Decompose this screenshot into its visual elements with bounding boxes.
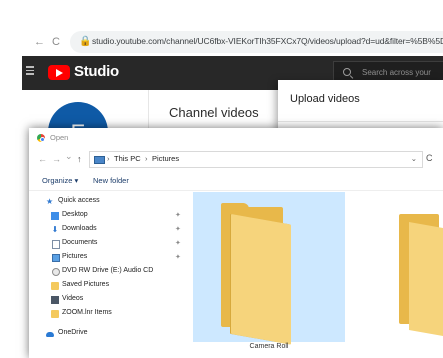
lock-icon: 🔒 xyxy=(79,36,92,47)
sidebar-item-label: OneDrive xyxy=(58,329,88,336)
menu-icon[interactable] xyxy=(26,66,34,77)
back-button[interactable]: ← xyxy=(38,154,47,164)
video-icon xyxy=(51,296,59,304)
dialog-titlebar: Open xyxy=(29,128,443,148)
sidebar-item-pictures[interactable]: Pictures ✦ xyxy=(29,252,187,265)
folder-icon xyxy=(51,282,59,290)
search-placeholder: Search across your xyxy=(362,68,431,77)
dialog-address-bar[interactable]: › This PC › Pictures ⌄ xyxy=(89,151,423,168)
browser-toolbar: ← C 🔒 studio.youtube.com/channel/UC6fbx-… xyxy=(0,0,443,56)
sidebar-item-onedrive[interactable]: OneDrive xyxy=(29,328,187,341)
pin-icon[interactable]: ✦ xyxy=(175,211,181,219)
breadcrumb-separator: › xyxy=(107,154,110,163)
sidebar-item-label: Saved Pictures xyxy=(62,281,110,288)
sidebar-item-label: ZOOM.lnr Items xyxy=(62,309,112,316)
sidebar-item-label: DVD RW Drive (E:) Audio CD xyxy=(62,267,154,274)
pin-icon[interactable]: ✦ xyxy=(175,239,181,247)
address-bar[interactable]: 🔒 studio.youtube.com/channel/UC6fbx-VIEK… xyxy=(70,31,443,53)
pin-icon[interactable]: ✦ xyxy=(175,225,181,233)
folder-icon-front xyxy=(409,222,443,338)
screen: ← C 🔒 studio.youtube.com/channel/UC6fbx-… xyxy=(0,0,443,358)
pin-icon[interactable]: ✦ xyxy=(175,253,181,261)
sidebar-item-label: Desktop xyxy=(62,211,88,218)
dialog-title: Open xyxy=(50,133,69,142)
document-icon xyxy=(52,240,60,249)
file-list: Camera Roll xyxy=(187,192,443,358)
sidebar-item-label: Quick access xyxy=(58,197,100,204)
sidebar-item-label: Documents xyxy=(62,239,98,246)
breadcrumb-pictures[interactable]: Pictures xyxy=(152,154,179,163)
up-button[interactable]: ↑ xyxy=(77,154,82,164)
dialog-nav-row: ← → ⌄ ↑ › This PC › Pictures ⌄ C xyxy=(29,148,443,172)
sidebar-item-desktop[interactable]: Desktop ✦ xyxy=(29,210,187,223)
this-pc-icon xyxy=(94,156,105,164)
chrome-icon xyxy=(37,134,45,142)
dvd-icon xyxy=(52,268,60,276)
sidebar-item-zoom-items[interactable]: ZOOM.lnr Items xyxy=(29,308,187,321)
youtube-logo-icon[interactable] xyxy=(48,65,70,80)
address-dropdown-icon[interactable]: ⌄ xyxy=(411,154,417,163)
organize-button[interactable]: Organize ▾ xyxy=(42,176,78,185)
recent-locations-button[interactable]: ⌄ xyxy=(65,151,73,162)
sidebar-item-documents[interactable]: Documents ✦ xyxy=(29,238,187,251)
sidebar-item-saved-pictures[interactable]: Saved Pictures xyxy=(29,280,187,293)
download-icon: ⬇ xyxy=(51,225,59,234)
onedrive-icon xyxy=(46,332,54,337)
folder-icon-front xyxy=(231,214,291,345)
browser-reload-button[interactable]: C xyxy=(52,36,60,48)
page-title: Channel videos xyxy=(169,105,259,120)
folder-icon xyxy=(51,310,59,318)
forward-button[interactable]: → xyxy=(52,154,61,164)
breadcrumb-separator: › xyxy=(145,154,148,163)
new-folder-button[interactable]: New folder xyxy=(93,176,129,185)
sidebar-item-label: Downloads xyxy=(62,225,97,232)
sidebar-item-dvd-drive[interactable]: DVD RW Drive (E:) Audio CD xyxy=(29,266,187,279)
refresh-button[interactable]: C xyxy=(426,153,433,163)
upload-dialog-title: Upload videos xyxy=(290,93,360,105)
search-icon xyxy=(343,68,351,76)
folder-item-camera-roll[interactable] xyxy=(193,192,345,345)
folder-label: Camera Roll xyxy=(249,343,289,350)
studio-logo-text[interactable]: Studio xyxy=(74,63,119,80)
sidebar-item-label: Pictures xyxy=(62,253,88,260)
star-icon: ★ xyxy=(46,197,54,206)
pictures-icon xyxy=(52,254,60,262)
desktop-icon xyxy=(51,212,59,220)
sidebar-item-quick-access[interactable]: ★ Quick access xyxy=(29,196,187,209)
sidebar-item-downloads[interactable]: ⬇ Downloads ✦ xyxy=(29,224,187,237)
sidebar-item-label: Videos xyxy=(62,295,84,302)
url-text: studio.youtube.com/channel/UC6fbx-VIEKor… xyxy=(92,36,443,46)
dialog-divider xyxy=(278,121,443,122)
breadcrumb-this-pc[interactable]: This PC xyxy=(114,154,141,163)
browser-back-button[interactable]: ← xyxy=(34,36,45,48)
open-file-dialog: Open ← → ⌄ ↑ › This PC › Pictures ⌄ C Or… xyxy=(29,128,443,358)
dialog-toolbar: Organize ▾ New folder xyxy=(29,172,443,191)
navigation-pane: ★ Quick access Desktop ✦ ⬇ Downloads ✦ D… xyxy=(29,192,187,358)
sidebar-item-videos[interactable]: Videos xyxy=(29,294,187,307)
sidebar-divider xyxy=(148,90,149,130)
